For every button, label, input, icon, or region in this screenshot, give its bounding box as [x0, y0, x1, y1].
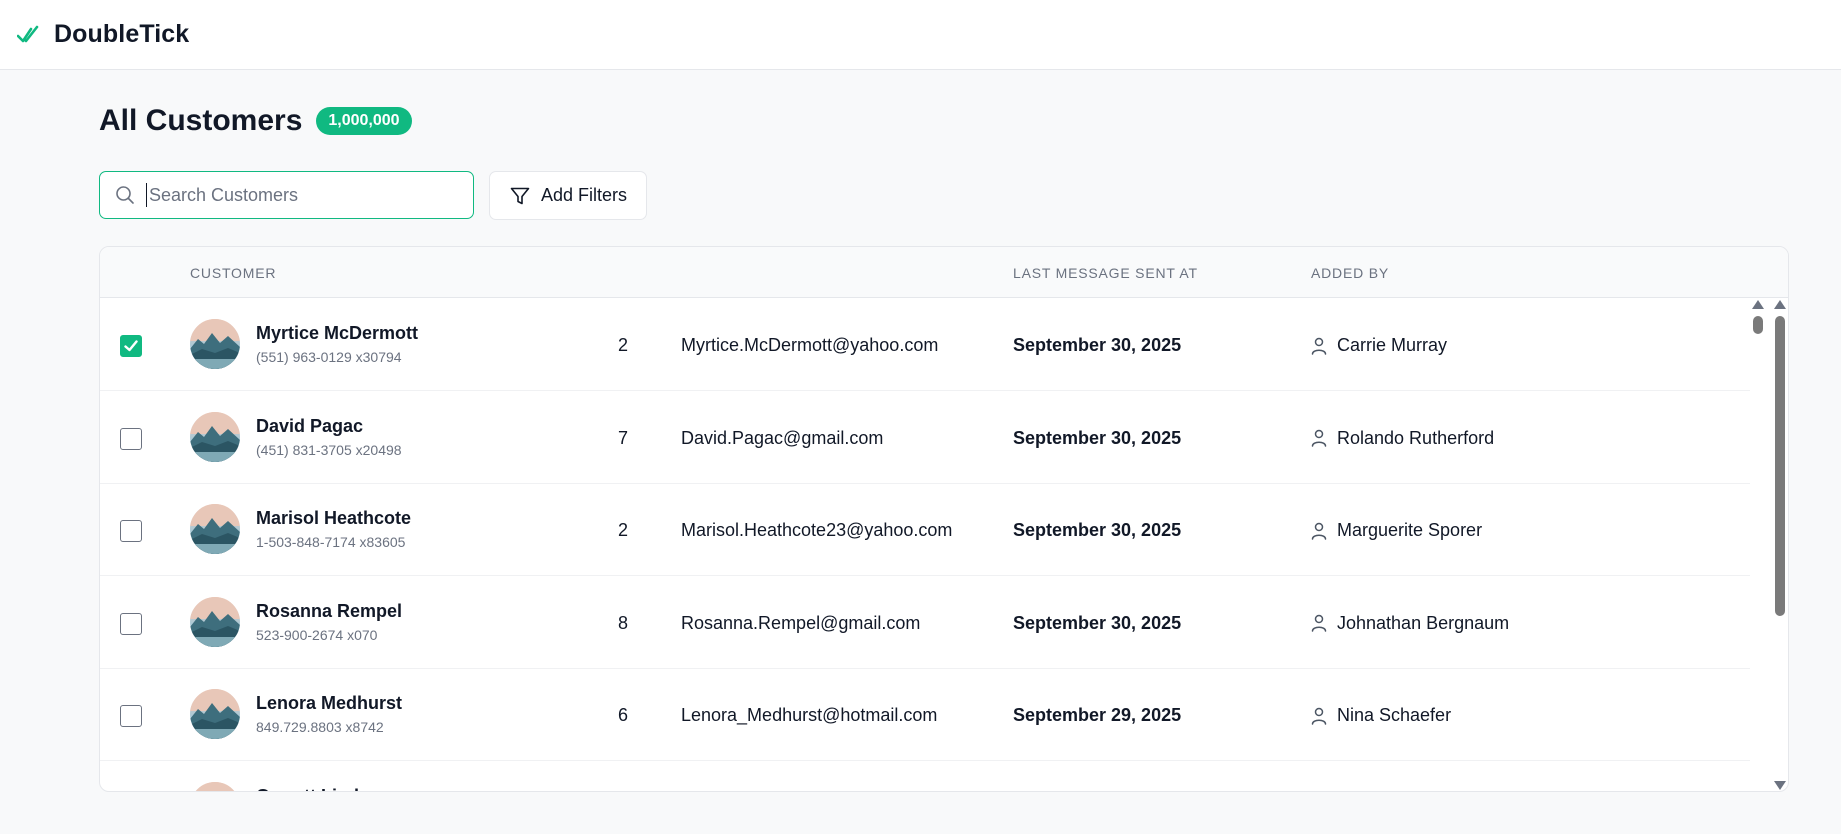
customer-phone: 1-503-848-7174 x83605 [256, 534, 406, 550]
user-icon [1311, 429, 1327, 447]
table-row[interactable]: Lenora Medhurst 849.729.8803 x8742 6 Len… [100, 669, 1750, 761]
search-box[interactable] [99, 171, 474, 219]
customer-email: Lenora_Medhurst@hotmail.com [681, 705, 938, 725]
add-filters-label: Add Filters [540, 185, 628, 205]
added-by-name: Rolando Rutherford [1337, 427, 1495, 448]
customer-email: Myrtice.McDermott@yahoo.com [681, 335, 939, 355]
customer-name: Lenora Medhurst [256, 693, 403, 713]
added-by: Johnathan Bergnaum [1311, 613, 1509, 634]
page-header: All Customers 1,000,000 [99, 104, 412, 138]
table-row[interactable]: David Pagac (451) 831-3705 x20498 7 Davi… [100, 392, 1750, 484]
customer-email: Rosanna.Rempel@gmail.com [681, 612, 921, 633]
brand-name[interactable]: DoubleTick [54, 20, 189, 49]
customer-count: 8 [618, 612, 629, 633]
customer-count: 2 [618, 335, 629, 355]
added-by: Nina Schaefer [1311, 705, 1451, 726]
table-row[interactable]: Marisol Heathcote 1-503-848-7174 x83605 … [100, 484, 1750, 576]
avatar [190, 319, 240, 369]
last-message-date: September 30, 2025 [1013, 335, 1182, 355]
customer-name: Rosanna Rempel [256, 600, 403, 621]
scroll-down-arrow[interactable] [1774, 781, 1786, 790]
table-row[interactable]: Garrett Lind [100, 762, 1750, 792]
added-by: Rolando Rutherford [1311, 428, 1494, 449]
row-checkbox[interactable] [120, 612, 142, 635]
avatar [190, 596, 240, 647]
added-by-name: Nina Schaefer [1337, 705, 1452, 725]
added-by: Carrie Murray [1311, 335, 1447, 356]
user-icon [1311, 614, 1327, 632]
scroll-thumb[interactable] [1775, 316, 1785, 616]
user-icon [1311, 707, 1327, 725]
added-by: Marguerite Sporer [1311, 520, 1482, 541]
table-header: CUSTOMER LAST MESSAGE SENT AT ADDED BY [100, 247, 1788, 298]
last-message-date: September 30, 2025 [1013, 520, 1182, 540]
table-row[interactable]: Rosanna Rempel 523-900-2674 x070 8 Rosan… [100, 577, 1750, 669]
customer-count: 6 [618, 705, 629, 725]
customer-count: 2 [618, 520, 629, 540]
header-customer[interactable]: CUSTOMER [190, 265, 276, 281]
customer-name: Myrtice McDermott [256, 323, 419, 343]
check-icon [124, 340, 138, 352]
page-scrollbar[interactable] [1772, 300, 1788, 790]
avatar [190, 504, 240, 554]
added-by-name: Carrie Murray [1337, 335, 1448, 355]
avatar [190, 411, 240, 462]
customer-phone: (451) 831-3705 x20498 [256, 441, 402, 458]
customer-phone: 523-900-2674 x070 [256, 626, 378, 643]
funnel-icon [509, 185, 531, 207]
customer-phone: 849.729.8803 x8742 [256, 719, 384, 735]
row-checkbox[interactable] [120, 335, 142, 357]
table-scrollbar[interactable] [1750, 300, 1766, 790]
last-message-date: September 29, 2025 [1013, 705, 1182, 725]
top-bar: DoubleTick [0, 0, 1841, 70]
customers-table: CUSTOMER LAST MESSAGE SENT AT ADDED BY M… [99, 246, 1789, 792]
page-title: All Customers [99, 104, 303, 137]
search-input[interactable] [146, 183, 446, 207]
row-checkbox[interactable] [120, 520, 142, 542]
user-icon [1311, 522, 1327, 540]
header-last-message[interactable]: LAST MESSAGE SENT AT [1013, 265, 1198, 281]
added-by-name: Marguerite Sporer [1337, 520, 1483, 540]
search-icon [114, 184, 136, 206]
table-row[interactable]: Myrtice McDermott (551) 963-0129 x30794 … [100, 299, 1750, 391]
customer-name: Garrett Lind [256, 786, 359, 792]
scroll-thumb[interactable] [1753, 316, 1763, 334]
added-by-name: Johnathan Bergnaum [1337, 612, 1510, 633]
scroll-up-arrow[interactable] [1774, 300, 1786, 309]
customer-count-badge: 1,000,000 [316, 107, 412, 135]
add-filters-button[interactable]: Add Filters [489, 171, 647, 220]
last-message-date: September 30, 2025 [1013, 427, 1182, 448]
row-checkbox[interactable] [120, 705, 142, 727]
last-message-date: September 30, 2025 [1013, 612, 1182, 633]
user-icon [1311, 337, 1327, 355]
customer-email: Marisol.Heathcote23@yahoo.com [681, 520, 953, 540]
customer-name: David Pagac [256, 415, 364, 436]
avatar [190, 689, 240, 739]
header-added-by[interactable]: ADDED BY [1311, 265, 1389, 281]
customer-phone: (551) 963-0129 x30794 [256, 349, 402, 365]
customer-count: 7 [618, 427, 629, 448]
customer-name: Marisol Heathcote [256, 508, 412, 528]
scroll-up-arrow[interactable] [1752, 300, 1764, 309]
double-check-icon [17, 23, 41, 47]
avatar [190, 781, 240, 791]
customer-email: David.Pagac@gmail.com [681, 427, 884, 448]
row-checkbox[interactable] [120, 427, 142, 450]
